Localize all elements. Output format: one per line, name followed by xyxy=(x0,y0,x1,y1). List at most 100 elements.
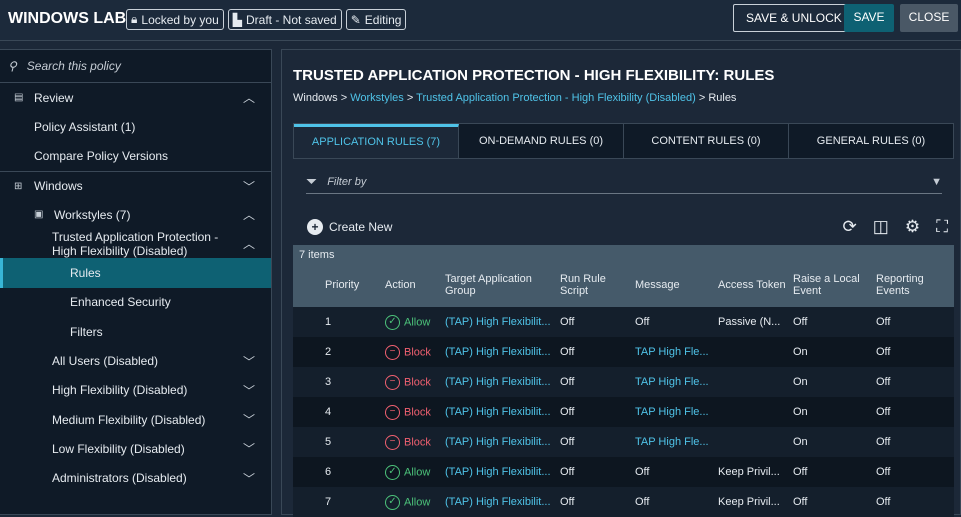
minus-circle-icon: − xyxy=(385,404,400,420)
tab-content-rules[interactable]: CONTENT RULES (0) xyxy=(624,124,789,158)
sidebar-item[interactable]: All Users (Disabled) ﹀ xyxy=(0,346,271,375)
filter-icon: ⏷ xyxy=(306,173,318,189)
table-row[interactable]: 4− Block (TAP) High Flexibilit... Off TAP Hi… xyxy=(293,397,954,427)
table-row[interactable]: 3− Block (TAP) High Flexibilit... Off TAP Hi… xyxy=(293,367,954,397)
file-icon: ▙ xyxy=(232,12,243,27)
sidebar-item[interactable]: Low Flexibility (Disabled) ﹀ xyxy=(0,434,271,463)
search-input[interactable]: ⚲ Search this policy xyxy=(0,50,271,83)
refresh-icon[interactable]: ⟳ xyxy=(843,217,857,237)
fullscreen-icon[interactable]: ⛶ xyxy=(936,217,948,237)
chevron-up-icon[interactable]: ︿ xyxy=(243,237,255,251)
sidebar-item[interactable]: Compare Policy Versions xyxy=(0,142,271,171)
cell[interactable]: TAP High Fle... xyxy=(629,346,712,358)
table-row[interactable]: 7 ✓ Allow (TAP) High Flexibilit... Off Off Kee… xyxy=(293,487,954,517)
cell: Keep Privil... xyxy=(718,496,780,508)
chevron-down-icon[interactable]: ﹀ xyxy=(243,440,255,457)
sidebar-item-label: Medium Flexibility (Disabled) xyxy=(52,412,206,427)
column-header[interactable]: Action xyxy=(379,279,439,291)
sidebar-item-label: Windows xyxy=(34,179,83,194)
column-header[interactable]: Run Rule Script xyxy=(554,273,629,297)
chevron-down-icon[interactable]: ﹀ xyxy=(243,411,255,428)
sidebar-item[interactable]: Enhanced Security xyxy=(0,288,271,317)
chevron-down-icon[interactable]: ﹀ xyxy=(243,178,255,195)
chevron-up-icon[interactable]: ︿ xyxy=(243,206,255,223)
cell[interactable]: TAP High Fle... xyxy=(629,436,712,448)
sidebar-item[interactable]: ▣ Workstyles (7) ︿ xyxy=(0,200,271,229)
cell[interactable]: (TAP) High Flexibilit... xyxy=(439,496,554,508)
sidebar-item[interactable]: Administrators (Disabled) ﹀ xyxy=(0,464,271,493)
cell[interactable]: (TAP) High Flexibilit... xyxy=(439,436,554,448)
sidebar-item-label: Administrators (Disabled) xyxy=(52,471,187,486)
table-row[interactable]: 1 ✓ Allow (TAP) High Flexibilit... Off Off Pas… xyxy=(293,307,954,337)
column-header[interactable]: Access Token xyxy=(712,279,787,291)
cell: 2 xyxy=(325,346,332,358)
table-row[interactable]: 2− Block (TAP) High Flexibilit... Off TAP Hi… xyxy=(293,337,954,367)
filter-input[interactable]: ⏷ Filter by ▼ xyxy=(306,170,942,194)
sidebar-item[interactable]: Rules xyxy=(0,258,271,288)
crumb-workstyles[interactable]: Workstyles xyxy=(350,92,404,104)
policy-sidebar: ⚲ Search this policy ▤ Review ︿ Policy Assis… xyxy=(0,49,272,515)
lock-icon: 🔒︎ xyxy=(131,12,138,26)
sidebar-item[interactable]: ⊞ Windows ﹀ xyxy=(0,170,271,200)
item-count: 7 items xyxy=(293,245,954,263)
cell: − Block xyxy=(379,404,439,420)
table-row[interactable]: 6 ✓ Allow (TAP) High Flexibilit... Off Off Kee… xyxy=(293,457,954,487)
sidebar-item-label: Trusted Application Protection - High Fl… xyxy=(52,229,219,258)
crumb-workstyle[interactable]: Trusted Application Protection - High Fl… xyxy=(416,92,696,104)
save-button[interactable]: SAVE xyxy=(844,4,894,32)
close-button[interactable]: CLOSE xyxy=(900,4,958,32)
action-label: Block xyxy=(404,435,431,448)
cell[interactable]: (TAP) High Flexibilit... xyxy=(439,466,554,478)
cell[interactable]: (TAP) High Flexibilit... xyxy=(439,346,554,358)
rule-tabs: APPLICATION RULES (7) ON-DEMAND RULES (0… xyxy=(293,123,954,159)
chevron-down-icon[interactable]: ﹀ xyxy=(243,382,255,399)
sidebar-item[interactable]: Policy Assistant (1) xyxy=(0,112,271,141)
column-header[interactable]: Raise a Local Event xyxy=(787,273,870,297)
review-icon: ▤ xyxy=(14,92,24,104)
sidebar-item-label: Low Flexibility (Disabled) xyxy=(52,441,185,456)
cell: 6 xyxy=(325,466,332,478)
cell: − Block xyxy=(379,344,439,360)
plus-circle-icon: + xyxy=(307,219,323,235)
sidebar-item[interactable]: ▤ Review ︿ xyxy=(0,83,271,112)
cell: ✓ Allow xyxy=(379,314,439,330)
tab-on-demand-rules[interactable]: ON-DEMAND RULES (0) xyxy=(459,124,624,158)
sidebar-item-label: Review xyxy=(34,90,74,105)
gear-icon[interactable]: ⚙ xyxy=(905,217,920,237)
chevron-up-icon[interactable]: ︿ xyxy=(243,89,255,106)
chevron-down-icon[interactable]: ﹀ xyxy=(243,353,255,370)
sidebar-item[interactable]: Filters xyxy=(0,317,271,346)
columns-icon[interactable]: ◫ xyxy=(873,217,889,237)
check-circle-icon: ✓ xyxy=(385,464,400,480)
sidebar-item-label: Filters xyxy=(70,324,103,339)
cell[interactable]: (TAP) High Flexibilit... xyxy=(439,406,554,418)
create-new-button[interactable]: + Create New xyxy=(307,219,392,235)
chevron-down-icon[interactable]: ▼ xyxy=(931,176,942,188)
top-bar: WINDOWS LAB 🔒︎ Locked by you ▙ Draft - Not… xyxy=(0,0,961,41)
chevron-down-icon[interactable]: ﹀ xyxy=(243,470,255,487)
cell[interactable]: TAP High Fle... xyxy=(629,376,712,388)
tab-application-rules[interactable]: APPLICATION RULES (7) xyxy=(294,124,459,158)
save-unlock-button[interactable]: SAVE & UNLOCK xyxy=(733,4,855,32)
cell[interactable]: (TAP) High Flexibilit... xyxy=(439,376,554,388)
cell: Off xyxy=(876,406,891,418)
crumb-windows[interactable]: Windows xyxy=(293,92,338,104)
cell[interactable]: TAP High Fle... xyxy=(629,406,712,418)
sidebar-item[interactable]: Trusted Application Protection - High Fl… xyxy=(0,229,271,258)
app-title: WINDOWS LAB xyxy=(8,10,127,27)
sidebar-item[interactable]: Medium Flexibility (Disabled) ﹀ xyxy=(0,405,271,434)
cell: − Block xyxy=(379,374,439,390)
check-circle-icon: ✓ xyxy=(385,494,400,510)
column-header[interactable]: Message xyxy=(629,279,712,291)
draft-badge: ▙ Draft - Not saved xyxy=(227,9,342,30)
column-header[interactable]: Priority xyxy=(293,279,379,291)
table-row[interactable]: 5− Block (TAP) High Flexibilit... Off TAP Hi… xyxy=(293,427,954,457)
cell: Off xyxy=(876,376,891,388)
cell[interactable]: (TAP) High Flexibilit... xyxy=(439,316,554,328)
cell: Off xyxy=(560,436,575,448)
column-header[interactable]: Reporting Events xyxy=(870,273,950,297)
action-label: Allow xyxy=(404,315,431,328)
sidebar-item[interactable]: High Flexibility (Disabled) ﹀ xyxy=(0,376,271,405)
column-header[interactable]: Target Application Group xyxy=(439,273,554,297)
tab-general-rules[interactable]: GENERAL RULES (0) xyxy=(789,124,953,158)
